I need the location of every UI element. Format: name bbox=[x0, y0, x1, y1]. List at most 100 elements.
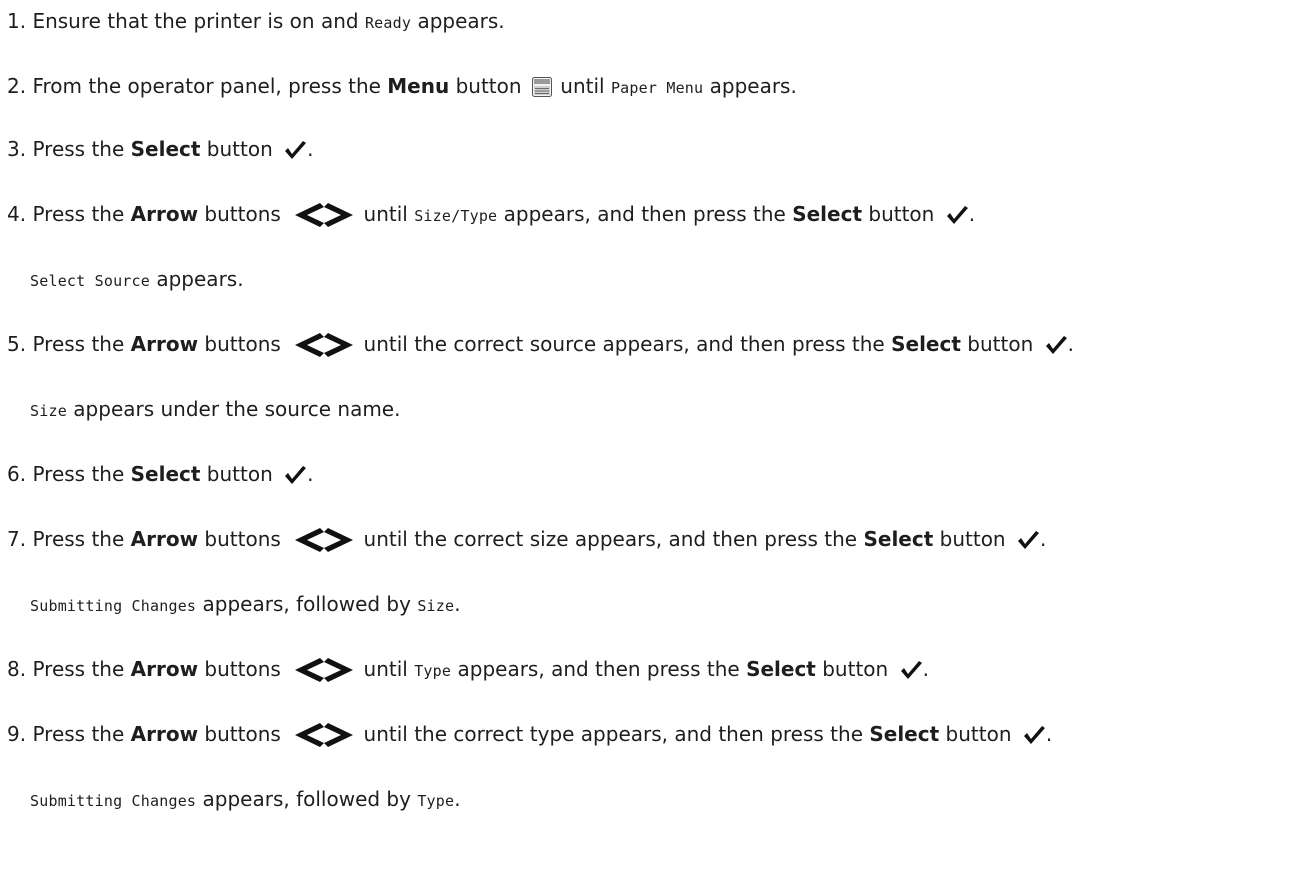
step-text: until bbox=[357, 202, 415, 226]
step-text: . bbox=[968, 202, 976, 226]
step-number: 4. bbox=[7, 202, 27, 226]
display-message: Ready bbox=[364, 14, 412, 32]
display-message: Submitting Changes bbox=[30, 597, 197, 615]
button-name: Select bbox=[130, 462, 201, 486]
step-text: . bbox=[1039, 527, 1047, 551]
step-number: 6. bbox=[7, 462, 27, 486]
check-icon bbox=[945, 204, 969, 226]
left-right-arrows-icon bbox=[293, 527, 355, 553]
step-3: 3. Press the Select button . bbox=[7, 136, 314, 162]
step-text: until bbox=[553, 74, 611, 98]
note-text: appears under the source name. bbox=[66, 397, 401, 421]
step-number: 8. bbox=[7, 657, 27, 681]
step-text: appears. bbox=[703, 74, 797, 98]
display-message: Size bbox=[30, 402, 67, 420]
step-9: 9. Press the Arrow buttons until the cor… bbox=[7, 721, 1052, 747]
step-number: 5. bbox=[7, 332, 27, 356]
step-text: until the correct source appears, and th… bbox=[357, 332, 892, 356]
step-text: until bbox=[357, 657, 415, 681]
step-9-note: Submitting Changes appears, followed by … bbox=[30, 786, 461, 812]
step-text: Ensure that the printer is on and bbox=[32, 9, 365, 33]
step-8: 8. Press the Arrow buttons until Type ap… bbox=[7, 656, 929, 682]
step-text: buttons bbox=[198, 527, 288, 551]
check-icon bbox=[283, 139, 307, 161]
step-text: Press the bbox=[32, 202, 131, 226]
step-text: button bbox=[939, 722, 1018, 746]
display-message: Paper Menu bbox=[610, 79, 704, 97]
note-text: appears, followed by bbox=[196, 592, 418, 616]
step-text: . bbox=[307, 137, 314, 161]
button-name: Select bbox=[891, 332, 961, 356]
check-icon bbox=[1022, 724, 1046, 746]
menu-icon bbox=[531, 76, 552, 97]
button-name: Arrow bbox=[130, 332, 199, 356]
left-right-arrows-icon bbox=[293, 202, 355, 228]
step-4: 4. Press the Arrow buttons until Size/Ty… bbox=[7, 201, 975, 227]
button-name: Select bbox=[746, 657, 816, 681]
note-text: . bbox=[454, 592, 461, 616]
button-name: Select bbox=[863, 527, 934, 551]
step-2: 2. From the operator panel, press the Me… bbox=[7, 73, 797, 99]
step-text: . bbox=[307, 462, 314, 486]
step-7-note: Submitting Changes appears, followed by … bbox=[30, 591, 461, 617]
left-right-arrows-icon bbox=[293, 332, 355, 358]
step-number: 7. bbox=[7, 527, 27, 551]
step-text: until the correct type appears, and then… bbox=[357, 722, 870, 746]
step-text: From the operator panel, press the bbox=[32, 74, 388, 98]
display-message: Size/Type bbox=[414, 207, 498, 225]
step-text: Press the bbox=[32, 332, 131, 356]
step-text: . bbox=[1045, 722, 1053, 746]
step-text: appears, and then press the bbox=[451, 657, 747, 681]
step-5: 5. Press the Arrow buttons until the cor… bbox=[7, 331, 1074, 357]
check-icon bbox=[1044, 334, 1068, 356]
display-message: Submitting Changes bbox=[30, 792, 197, 810]
instructions-document: 1. Ensure that the printer is on and Rea… bbox=[0, 0, 1300, 886]
step-number: 1. bbox=[7, 9, 27, 33]
step-7: 7. Press the Arrow buttons until the cor… bbox=[7, 526, 1046, 552]
button-name: Arrow bbox=[130, 527, 199, 551]
step-text: . bbox=[922, 657, 929, 681]
check-icon bbox=[1016, 529, 1040, 551]
step-text: appears. bbox=[411, 9, 505, 33]
step-text: . bbox=[1067, 332, 1074, 356]
note-text: appears. bbox=[150, 267, 244, 291]
step-text: buttons bbox=[198, 657, 288, 681]
display-message: Type bbox=[417, 792, 455, 810]
button-name: Arrow bbox=[130, 202, 199, 226]
note-text: . bbox=[454, 787, 461, 811]
step-5-note: Size appears under the source name. bbox=[30, 396, 400, 422]
step-6: 6. Press the Select button . bbox=[7, 461, 314, 487]
step-number: 2. bbox=[7, 74, 27, 98]
button-name: Select bbox=[792, 202, 863, 226]
left-right-arrows-icon bbox=[293, 657, 355, 683]
step-text: appears, and then press the bbox=[497, 202, 793, 226]
step-text: Press the bbox=[32, 657, 131, 681]
check-icon bbox=[899, 659, 923, 681]
step-number: 3. bbox=[7, 137, 27, 161]
display-message: Type bbox=[414, 662, 452, 680]
step-text: buttons bbox=[198, 202, 288, 226]
step-text: button bbox=[960, 332, 1040, 356]
step-text: button bbox=[200, 137, 280, 161]
check-icon bbox=[283, 464, 307, 486]
step-text: Press the bbox=[32, 527, 131, 551]
step-text: Press the bbox=[32, 722, 131, 746]
step-text: until the correct size appears, and then… bbox=[357, 527, 864, 551]
button-name: Select bbox=[869, 722, 940, 746]
step-text: buttons bbox=[198, 722, 288, 746]
step-text: button bbox=[933, 527, 1012, 551]
step-4-note: Select Source appears. bbox=[30, 266, 244, 292]
button-name: Select bbox=[130, 137, 201, 161]
step-text: button bbox=[815, 657, 895, 681]
step-text: Press the bbox=[32, 137, 131, 161]
button-name: Menu bbox=[387, 74, 450, 98]
step-number: 9. bbox=[7, 722, 27, 746]
step-text: button bbox=[449, 74, 528, 98]
step-text: button bbox=[200, 462, 280, 486]
display-message: Select Source bbox=[30, 272, 150, 290]
left-right-arrows-icon bbox=[293, 722, 355, 748]
button-name: Arrow bbox=[130, 657, 199, 681]
note-text: appears, followed by bbox=[196, 787, 418, 811]
step-1: 1. Ensure that the printer is on and Rea… bbox=[7, 8, 505, 34]
step-text: Press the bbox=[32, 462, 131, 486]
